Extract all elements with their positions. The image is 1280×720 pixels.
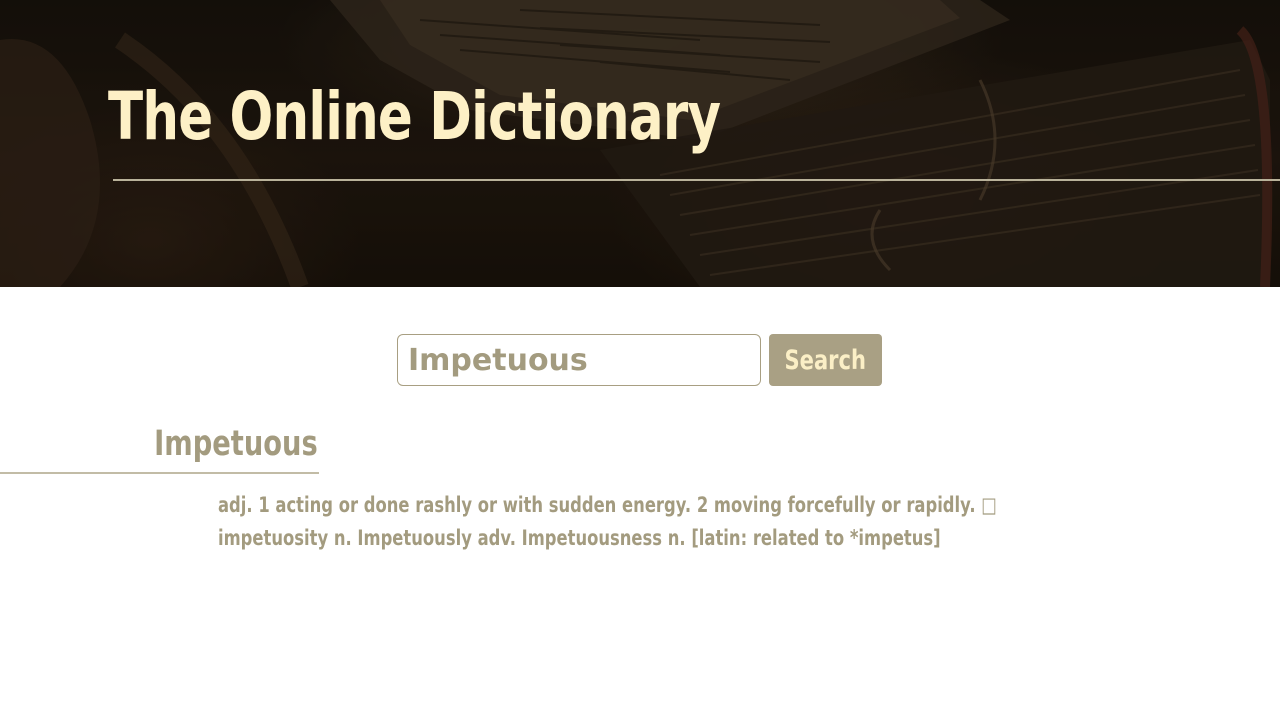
entry-word-heading: Impetuous: [154, 424, 318, 464]
entry-word-divider: [0, 472, 319, 474]
entry-definition: adj. 1 acting or done rashly or with sud…: [218, 493, 997, 550]
title-divider: [113, 179, 1280, 181]
search-input[interactable]: [397, 334, 761, 386]
search-button-label: Search: [784, 344, 867, 376]
search-button[interactable]: Search: [769, 334, 882, 386]
hero-banner: The Online Dictionary: [0, 0, 1280, 287]
site-title: The Online Dictionary: [108, 78, 721, 155]
